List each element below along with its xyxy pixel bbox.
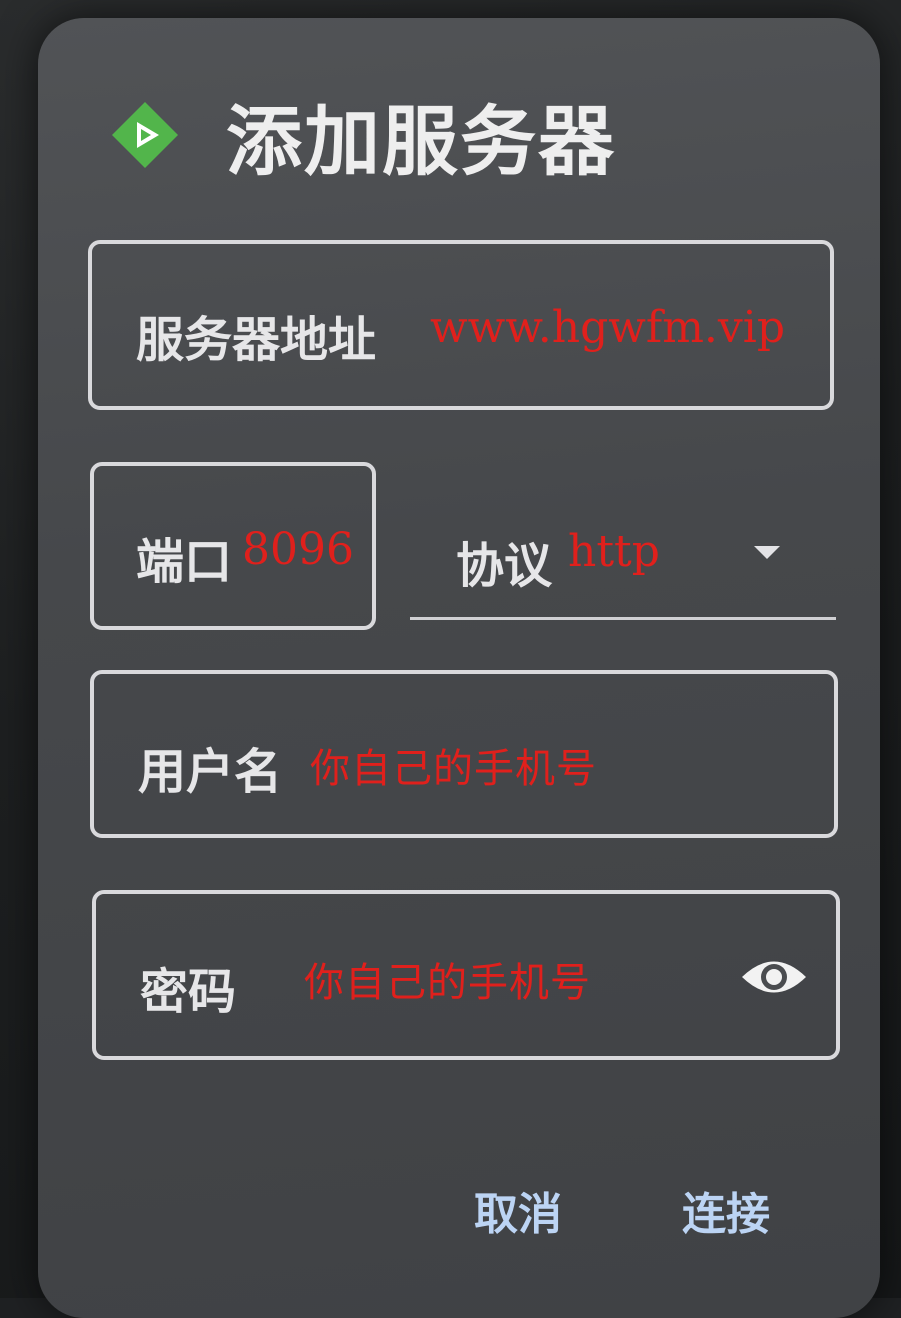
port-field[interactable]: 端口 8096: [90, 462, 376, 630]
connect-button[interactable]: 连接: [682, 1178, 770, 1242]
protocol-value: http: [568, 526, 660, 577]
port-value: 8096: [242, 524, 354, 575]
dialog-title: 添加服务器: [226, 97, 616, 186]
protocol-label: 协议: [456, 538, 553, 594]
dropdown-caret-icon[interactable]: [754, 546, 780, 559]
emby-logo-icon: [110, 100, 180, 170]
username-label: 用户名: [138, 744, 283, 800]
server-address-value: www.hgwfm.vip: [430, 302, 786, 353]
protocol-underline: [410, 617, 836, 620]
eye-icon[interactable]: [740, 954, 808, 1000]
username-value: 你自己的手机号: [310, 746, 597, 792]
port-label: 端口: [136, 534, 233, 590]
password-label: 密码: [140, 964, 237, 1020]
server-address-field[interactable]: 服务器地址 www.hgwfm.vip: [88, 240, 834, 410]
dialog-header: 添加服务器: [110, 80, 616, 190]
password-field[interactable]: 密码 你自己的手机号: [92, 890, 840, 1060]
server-address-label: 服务器地址: [136, 312, 377, 368]
cancel-button[interactable]: 取消: [474, 1178, 562, 1242]
protocol-select[interactable]: 协议 http: [410, 480, 836, 620]
add-server-dialog: 添加服务器 服务器地址 www.hgwfm.vip 端口 8096 协议 htt…: [38, 18, 880, 1318]
password-value: 你自己的手机号: [304, 960, 591, 1006]
username-field[interactable]: 用户名 你自己的手机号: [90, 670, 838, 838]
